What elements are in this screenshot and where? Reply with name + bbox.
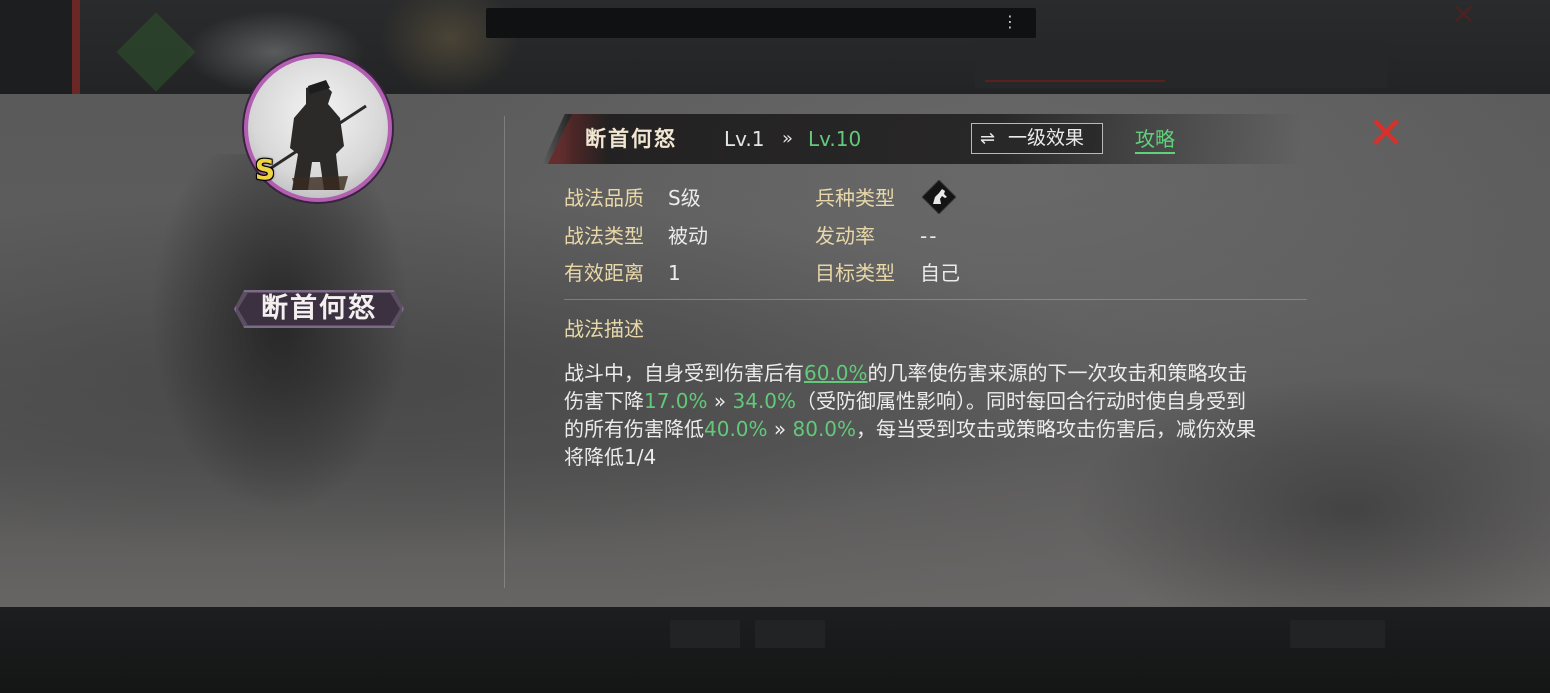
damage-reduce-from: 17.0% <box>644 389 708 413</box>
guide-link[interactable]: 攻略 <box>1135 124 1175 154</box>
tactic-type-label: 战法类型 <box>564 224 644 248</box>
target-type-value: 自己 <box>920 261 960 285</box>
horse-icon <box>921 179 957 215</box>
self-reduce-to: 80.0% <box>792 417 857 441</box>
level-to: Lv.10 <box>808 127 862 151</box>
target-type-label: 目标类型 <box>815 261 895 285</box>
level-arrow-icon: » <box>782 128 794 149</box>
tactic-title: 断首何怒 <box>585 126 677 151</box>
grade-badge: S <box>254 153 276 186</box>
background-left-strip <box>0 0 80 94</box>
effect-button-label: 一级效果 <box>1008 127 1085 149</box>
background-bottom-item <box>670 620 740 648</box>
troop-type-label: 兵种类型 <box>815 186 895 210</box>
tactic-description: 战斗中，自身受到伤害后有60.0%的几率使伤害来源的下一次攻击和策略攻击 伤害下… <box>564 359 1324 471</box>
background-bottom-item <box>755 620 825 648</box>
top-notification-bar: ⋮ <box>486 8 1036 38</box>
trigger-rate-label: 发动率 <box>815 224 875 248</box>
tactic-detail-panel <box>0 94 1550 607</box>
vertical-divider <box>504 116 505 588</box>
close-icon[interactable]: ✕ <box>1364 112 1408 156</box>
level-effect-toggle-button[interactable]: ⇌ 一级效果 <box>971 123 1103 154</box>
quality-label: 战法品质 <box>564 186 644 210</box>
trigger-rate-value: -- <box>920 224 939 248</box>
background-tabs <box>975 40 1387 88</box>
self-reduce-from: 40.0% <box>704 417 768 441</box>
description-line: 的所有伤害降低40.0% » 80.0%，每当受到攻击或策略攻击伤害后，减伤效果 <box>564 417 1257 441</box>
horizontal-divider <box>564 299 1307 300</box>
description-line: 战斗中，自身受到伤害后有60.0%的几率使伤害来源的下一次攻击和策略攻击 <box>564 361 1248 385</box>
tactic-type-value: 被动 <box>668 224 708 248</box>
level-from: Lv.1 <box>724 127 765 151</box>
background-red-bar <box>72 0 80 94</box>
swap-icon: ⇌ <box>980 128 996 149</box>
description-line: 将降低1/4 <box>564 445 657 469</box>
portrait-tactic-name: 断首何怒 <box>261 293 377 324</box>
effective-range-label: 有效距离 <box>564 261 644 285</box>
description-heading: 战法描述 <box>564 317 644 341</box>
quality-value: S级 <box>668 186 701 210</box>
warrior-silhouette <box>150 154 410 514</box>
effective-range-value: 1 <box>668 261 681 285</box>
more-menu-icon[interactable]: ⋮ <box>1002 13 1018 31</box>
background-close-icon: ✕ <box>1452 0 1476 31</box>
background-bottom-item <box>1290 620 1385 648</box>
description-line: 伤害下降17.0% » 34.0%（受防御属性影响）。同时每回合行动时使自身受到 <box>564 389 1247 413</box>
damage-reduce-to: 34.0% <box>732 389 797 413</box>
trigger-chance-value: 60.0% <box>804 361 868 385</box>
